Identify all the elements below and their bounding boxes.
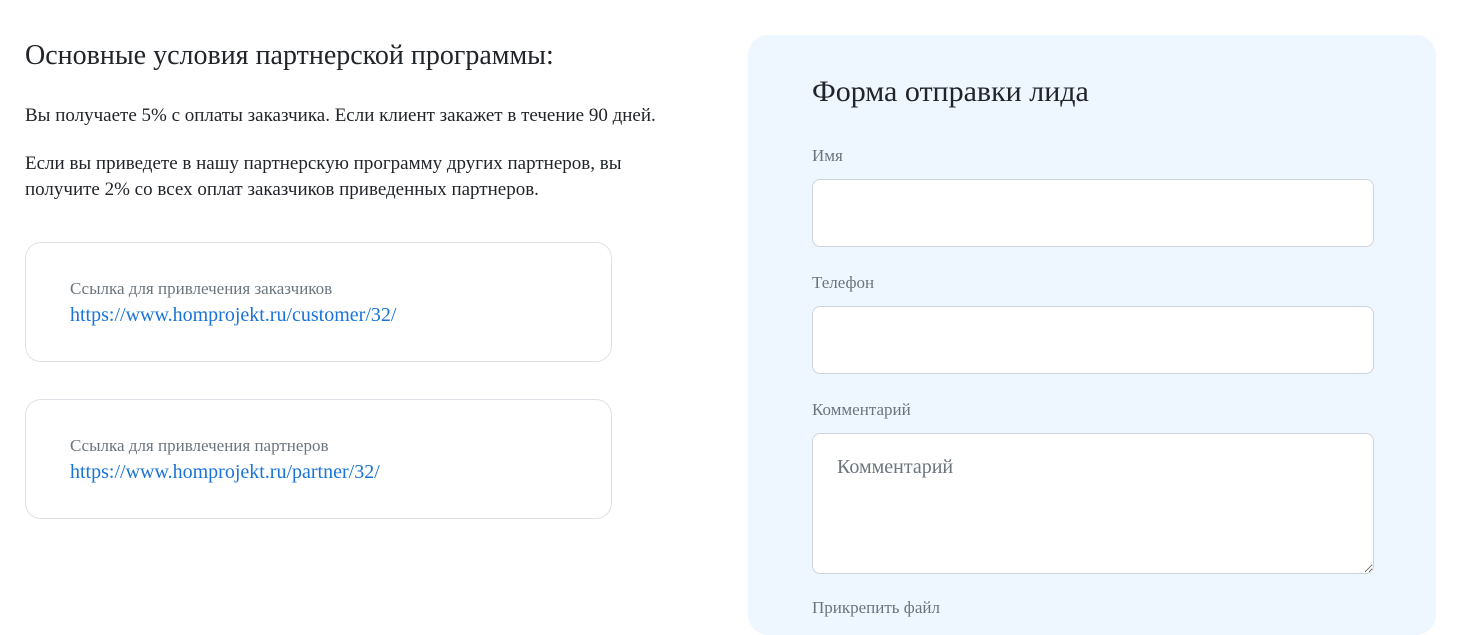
- customer-link-card: Ссылка для привлечения заказчиков https:…: [25, 242, 612, 362]
- lead-form-title: Форма отправки лида: [812, 75, 1089, 108]
- conditions-paragraph-commission: Вы получаете 5% с оплаты заказчика. Если…: [25, 105, 656, 126]
- phone-input[interactable]: [812, 306, 1374, 374]
- conditions-paragraph-referral: Если вы приведете в нашу партнерскую про…: [25, 153, 622, 200]
- partner-referral-link[interactable]: https://www.homprojekt.ru/partner/32/: [70, 461, 380, 484]
- phone-field-label: Телефон: [812, 273, 875, 292]
- partner-link-label: Ссылка для привлечения партнеров: [70, 436, 329, 455]
- customer-referral-link[interactable]: https://www.homprojekt.ru/customer/32/: [70, 304, 396, 327]
- name-input[interactable]: [812, 179, 1374, 247]
- lead-form-panel: Форма отправки лида Имя Телефон Коммента…: [748, 35, 1436, 635]
- name-field-label: Имя: [812, 146, 843, 165]
- conditions-title: Основные условия партнерской программы:: [25, 40, 554, 71]
- attach-file-label[interactable]: Прикрепить файл: [812, 598, 940, 618]
- partner-link-card: Ссылка для привлечения партнеров https:/…: [25, 399, 612, 519]
- customer-link-label: Ссылка для привлечения заказчиков: [70, 279, 333, 298]
- comment-field-label: Комментарий: [812, 400, 911, 419]
- comment-textarea[interactable]: [812, 433, 1374, 574]
